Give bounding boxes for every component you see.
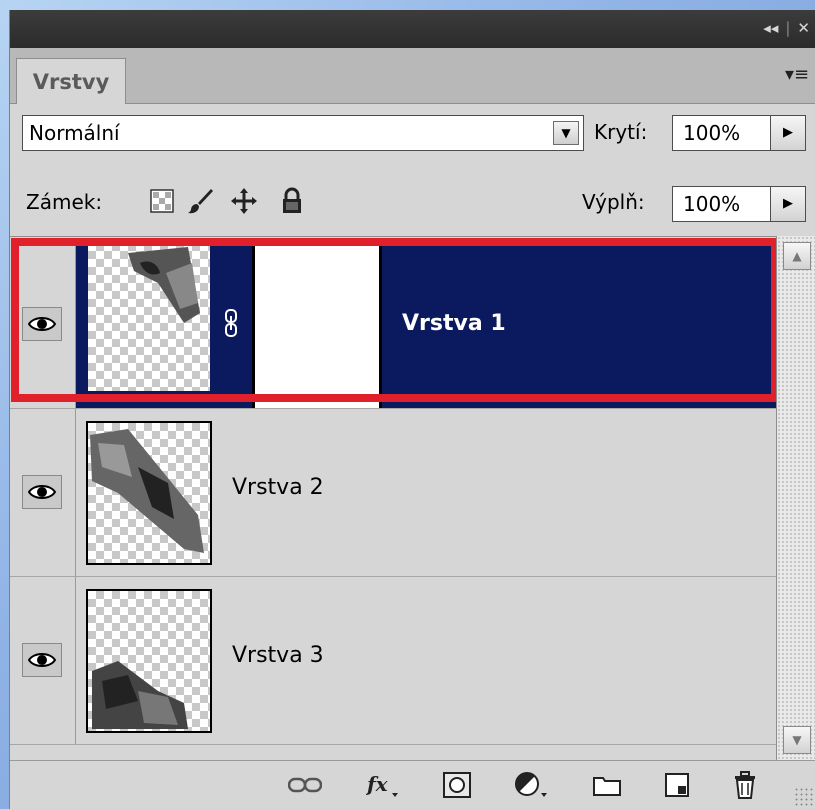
- layer-style-fx-icon[interactable]: fx: [366, 769, 400, 801]
- visibility-column: [10, 409, 76, 576]
- lock-fill-row: Zámek: Výplň: 100% ▶: [10, 168, 815, 236]
- blend-mode-select[interactable]: Normální ▼: [22, 115, 584, 151]
- eye-icon[interactable]: [22, 475, 62, 509]
- mask-link-icon[interactable]: [218, 303, 244, 343]
- fill-slider-button[interactable]: ▶: [770, 186, 806, 222]
- tab-row: Vrstvy ▾≡: [10, 48, 815, 104]
- lock-paint-icon[interactable]: [186, 186, 214, 216]
- layer-thumbnail[interactable]: [86, 589, 212, 733]
- layer-row-2[interactable]: Vrstva 2: [10, 409, 776, 577]
- visibility-column: [10, 577, 76, 744]
- collapse-icon[interactable]: ◂◂: [763, 19, 778, 37]
- visibility-column: [10, 241, 76, 408]
- opacity-input[interactable]: 100%: [672, 115, 772, 151]
- link-layers-icon[interactable]: [288, 769, 322, 801]
- trash-icon[interactable]: [728, 769, 762, 801]
- layer-thumbnail[interactable]: [86, 421, 212, 565]
- chevron-down-icon[interactable]: ▼: [553, 121, 579, 145]
- layer-row-1[interactable]: Vrstva 1: [10, 241, 776, 409]
- layer-name[interactable]: Vrstva 3: [232, 643, 324, 668]
- new-layer-icon[interactable]: [660, 769, 694, 801]
- add-mask-icon[interactable]: [440, 769, 474, 801]
- fill-input[interactable]: 100%: [672, 186, 772, 222]
- panel-titlebar: ◂◂ | ✕: [10, 10, 815, 48]
- lock-transparency-icon[interactable]: [148, 186, 176, 216]
- opacity-label: Krytí:: [594, 120, 648, 144]
- blend-mode-value: Normální: [29, 121, 120, 145]
- group-folder-icon[interactable]: [590, 769, 624, 801]
- resize-grip[interactable]: [794, 787, 814, 807]
- panel-bottom-bar: fx: [10, 760, 815, 809]
- close-icon[interactable]: ✕: [797, 19, 810, 37]
- svg-text:fx: fx: [366, 772, 389, 796]
- eye-icon[interactable]: [22, 643, 62, 677]
- blend-opacity-row: Normální ▼ Krytí: 100% ▶: [10, 104, 815, 168]
- eye-icon[interactable]: [22, 307, 62, 341]
- layer-mask-thumbnail[interactable]: [252, 241, 382, 408]
- layer-name[interactable]: Vrstva 2: [232, 475, 324, 500]
- tab-layers[interactable]: Vrstvy: [16, 58, 126, 104]
- layer-name[interactable]: Vrstva 1: [402, 311, 506, 336]
- titlebar-separator: |: [785, 19, 791, 37]
- layers-panel: ◂◂ | ✕ Vrstvy ▾≡ Normální ▼ Krytí: 100% …: [9, 10, 815, 809]
- layer-thumbnail[interactable]: [86, 241, 212, 393]
- fill-label: Výplň:: [582, 190, 645, 214]
- layer-row-3[interactable]: Vrstva 3: [10, 577, 776, 745]
- panel-menu-icon[interactable]: ▾≡: [784, 64, 810, 88]
- lock-all-icon[interactable]: [278, 186, 306, 216]
- lock-move-icon[interactable]: [230, 186, 258, 216]
- layers-list: Vrstva 1 Vrstva 2 Vrstva 3: [10, 236, 776, 750]
- layers-scrollbar[interactable]: ▲ ▼: [776, 236, 815, 760]
- adjustment-layer-icon[interactable]: [514, 769, 548, 801]
- scroll-down-button[interactable]: ▼: [783, 726, 811, 754]
- lock-label: Zámek:: [26, 190, 103, 214]
- scroll-up-button[interactable]: ▲: [783, 242, 811, 270]
- opacity-slider-button[interactable]: ▶: [770, 115, 806, 151]
